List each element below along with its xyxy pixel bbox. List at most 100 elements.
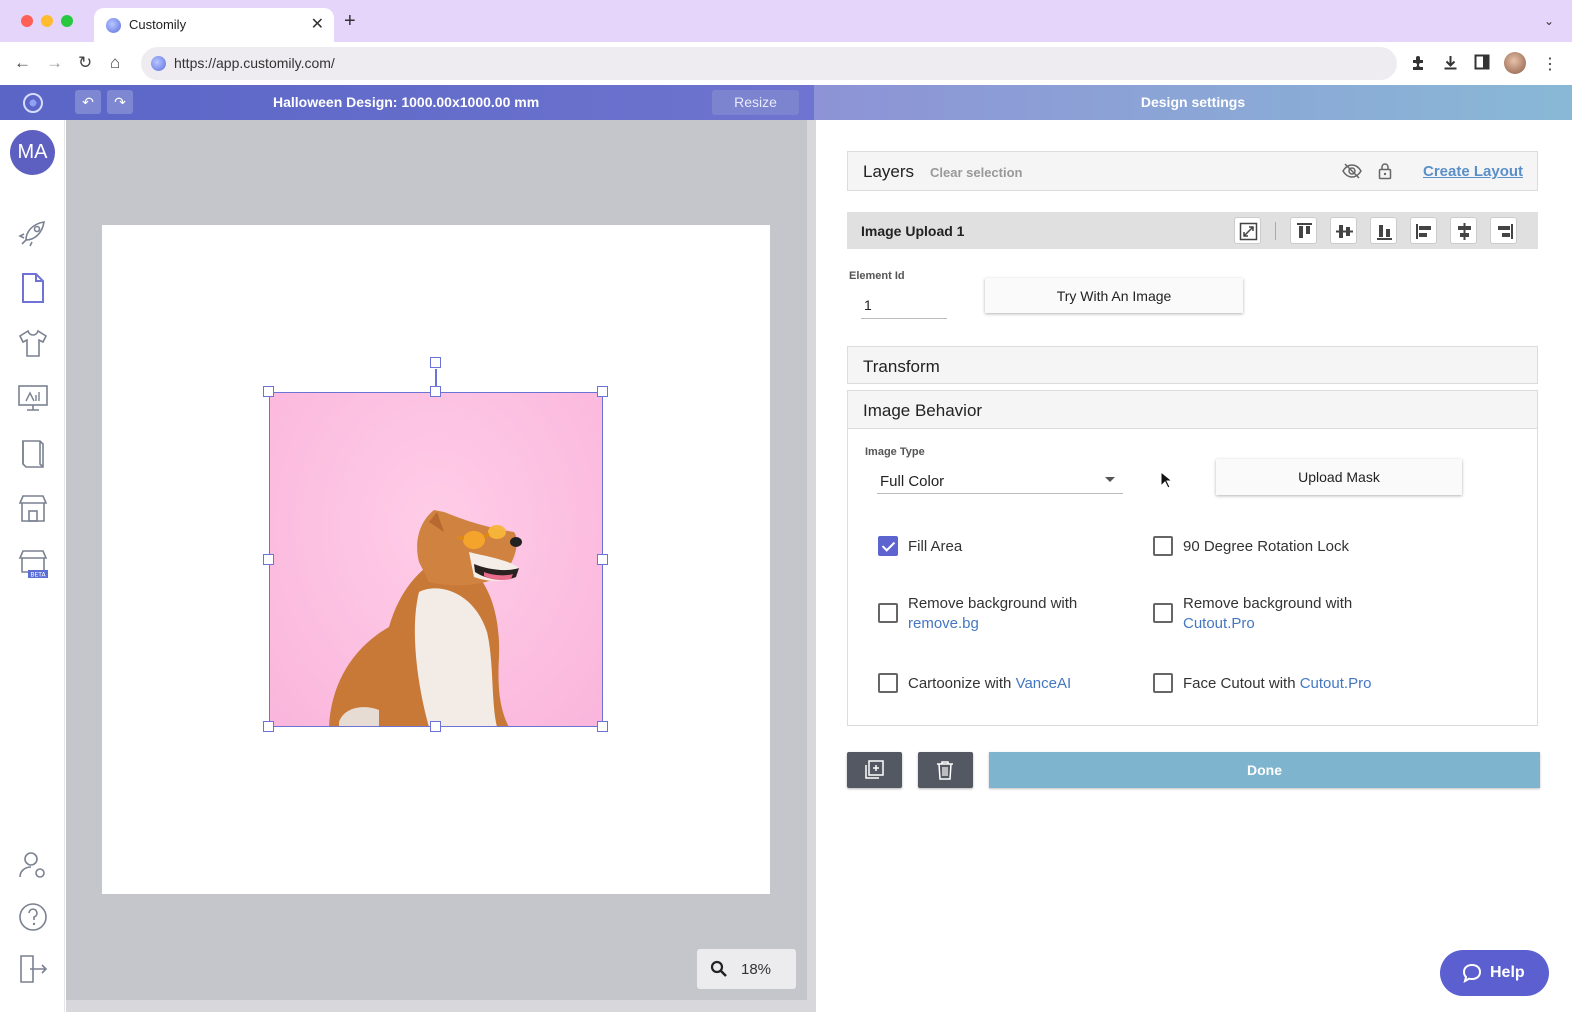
- window-minimize-button[interactable]: [41, 15, 53, 27]
- browser-tab-bar: Customily ✕ + ⌄: [0, 0, 1572, 42]
- eye-off-icon[interactable]: [1342, 162, 1362, 185]
- window-close-button[interactable]: [21, 15, 33, 27]
- store-beta-icon[interactable]: BETA: [16, 546, 50, 580]
- align-center-icon[interactable]: [1450, 217, 1477, 244]
- face-cutout-checkbox[interactable]: [1153, 673, 1173, 693]
- resize-handle-w[interactable]: [263, 554, 274, 565]
- monitor-icon[interactable]: [16, 381, 50, 415]
- layers-bar: Layers Clear selection Create Layout: [847, 151, 1538, 191]
- tab-close-icon[interactable]: ✕: [311, 14, 324, 34]
- done-button[interactable]: Done: [989, 752, 1540, 788]
- forward-icon[interactable]: →: [46, 53, 63, 73]
- kebab-menu-icon[interactable]: ⋮: [1542, 54, 1558, 74]
- cutout-bg-checkbox[interactable]: [1153, 603, 1173, 623]
- layers-title: Layers: [863, 162, 915, 181]
- zoom-control[interactable]: 18%: [697, 949, 796, 989]
- element-title: Image Upload 1: [861, 223, 965, 239]
- address-bar[interactable]: https://app.customily.com/: [141, 47, 1397, 80]
- cutout-bg-label: Remove background with: [1183, 595, 1353, 612]
- resize-handle-n[interactable]: [430, 386, 441, 397]
- cartoonize-text: Cartoonize with VanceAI: [908, 674, 1071, 694]
- align-bottom-icon[interactable]: [1370, 217, 1397, 244]
- rotate-handle[interactable]: [430, 357, 441, 368]
- help-label: Help: [1490, 964, 1525, 981]
- fill-area-label: Fill Area: [908, 538, 963, 555]
- reload-icon[interactable]: ↻: [78, 53, 92, 73]
- window-zoom-button[interactable]: [61, 15, 73, 27]
- tshirt-icon[interactable]: [16, 326, 50, 360]
- dropdown-arrow-icon: [1105, 477, 1115, 482]
- element-id-input[interactable]: [861, 292, 947, 319]
- book-icon[interactable]: [16, 436, 50, 470]
- home-icon[interactable]: ⌂: [110, 53, 120, 73]
- extensions-icon[interactable]: [1410, 54, 1427, 76]
- editor-header: ↶ ↷ Halloween Design: 1000.00x1000.00 mm…: [0, 85, 814, 120]
- selection-box[interactable]: [269, 392, 603, 727]
- logout-icon[interactable]: [16, 952, 50, 986]
- mouse-cursor-icon: [1160, 470, 1174, 494]
- resize-handle-e[interactable]: [597, 554, 608, 565]
- browser-tab[interactable]: Customily ✕: [94, 8, 334, 42]
- resize-handle-nw[interactable]: [263, 386, 274, 397]
- image-behavior-title: Image Behavior: [863, 401, 983, 420]
- cutout-bg-link[interactable]: Cutout.Pro: [1183, 614, 1255, 634]
- help-button[interactable]: Help: [1440, 950, 1549, 996]
- sidepanel-icon[interactable]: [1474, 54, 1490, 75]
- resize-button[interactable]: Resize: [712, 90, 799, 115]
- new-tab-icon[interactable]: +: [344, 11, 356, 31]
- resize-handle-se[interactable]: [597, 721, 608, 732]
- rotation-lock-checkbox[interactable]: [1153, 536, 1173, 556]
- element-id-label: Element Id: [849, 270, 905, 282]
- transform-section[interactable]: Transform: [847, 346, 1538, 384]
- search-icon: [710, 960, 728, 983]
- resize-handle-s[interactable]: [430, 721, 441, 732]
- image-type-select[interactable]: Full Color: [877, 465, 1123, 494]
- fill-area-checkbox[interactable]: [878, 536, 898, 556]
- resize-handle-sw[interactable]: [263, 721, 274, 732]
- vertical-scrollbar[interactable]: [807, 120, 816, 1012]
- avatar[interactable]: MA: [10, 130, 55, 175]
- left-sidebar: MA BETA: [0, 120, 65, 1012]
- user-settings-icon[interactable]: [16, 848, 50, 882]
- site-info-icon[interactable]: [151, 56, 166, 71]
- face-cutout-link[interactable]: Cutout.Pro: [1300, 675, 1372, 692]
- create-layout-link[interactable]: Create Layout: [1423, 163, 1523, 180]
- delete-button[interactable]: [918, 752, 973, 788]
- chat-bubble-icon: [1462, 963, 1482, 988]
- download-icon[interactable]: [1442, 54, 1459, 76]
- fit-to-canvas-icon[interactable]: [1234, 217, 1261, 244]
- try-with-image-button[interactable]: Try With An Image: [985, 278, 1243, 313]
- back-icon[interactable]: ←: [14, 53, 31, 73]
- cartoonize-checkbox[interactable]: [878, 673, 898, 693]
- horizontal-scrollbar[interactable]: [66, 1000, 807, 1012]
- upload-mask-button[interactable]: Upload Mask: [1216, 459, 1462, 495]
- clear-selection-link[interactable]: Clear selection: [930, 165, 1023, 180]
- align-right-icon[interactable]: [1490, 217, 1517, 244]
- undo-button[interactable]: ↶: [75, 90, 101, 114]
- duplicate-button[interactable]: [847, 752, 902, 788]
- cartoonize-link[interactable]: VanceAI: [1016, 675, 1072, 692]
- store-icon[interactable]: [16, 491, 50, 525]
- help-circle-icon[interactable]: [16, 900, 50, 934]
- resize-handle-ne[interactable]: [597, 386, 608, 397]
- tab-list-chevron-icon[interactable]: ⌄: [1544, 14, 1554, 28]
- redo-button[interactable]: ↷: [107, 90, 133, 114]
- align-top-icon[interactable]: [1290, 217, 1317, 244]
- tab-title: Customily: [129, 17, 187, 32]
- rocket-icon[interactable]: [16, 216, 50, 250]
- favicon-icon: [106, 18, 121, 33]
- profile-avatar[interactable]: [1504, 52, 1526, 74]
- align-left-icon[interactable]: [1410, 217, 1437, 244]
- image-behavior-header[interactable]: Image Behavior: [848, 391, 1537, 429]
- removebg-link[interactable]: remove.bg: [908, 614, 979, 634]
- removebg-checkbox[interactable]: [878, 603, 898, 623]
- zoom-level: 18%: [741, 961, 772, 978]
- url-text[interactable]: https://app.customily.com/: [174, 55, 335, 71]
- document-icon[interactable]: [16, 271, 50, 305]
- toolbar-divider: [1275, 222, 1276, 240]
- align-middle-icon[interactable]: [1330, 217, 1357, 244]
- design-settings-title: Design settings: [1140, 94, 1246, 110]
- customily-logo[interactable]: [23, 93, 43, 113]
- image-type-label: Image Type: [865, 446, 925, 458]
- lock-icon[interactable]: [1378, 162, 1392, 185]
